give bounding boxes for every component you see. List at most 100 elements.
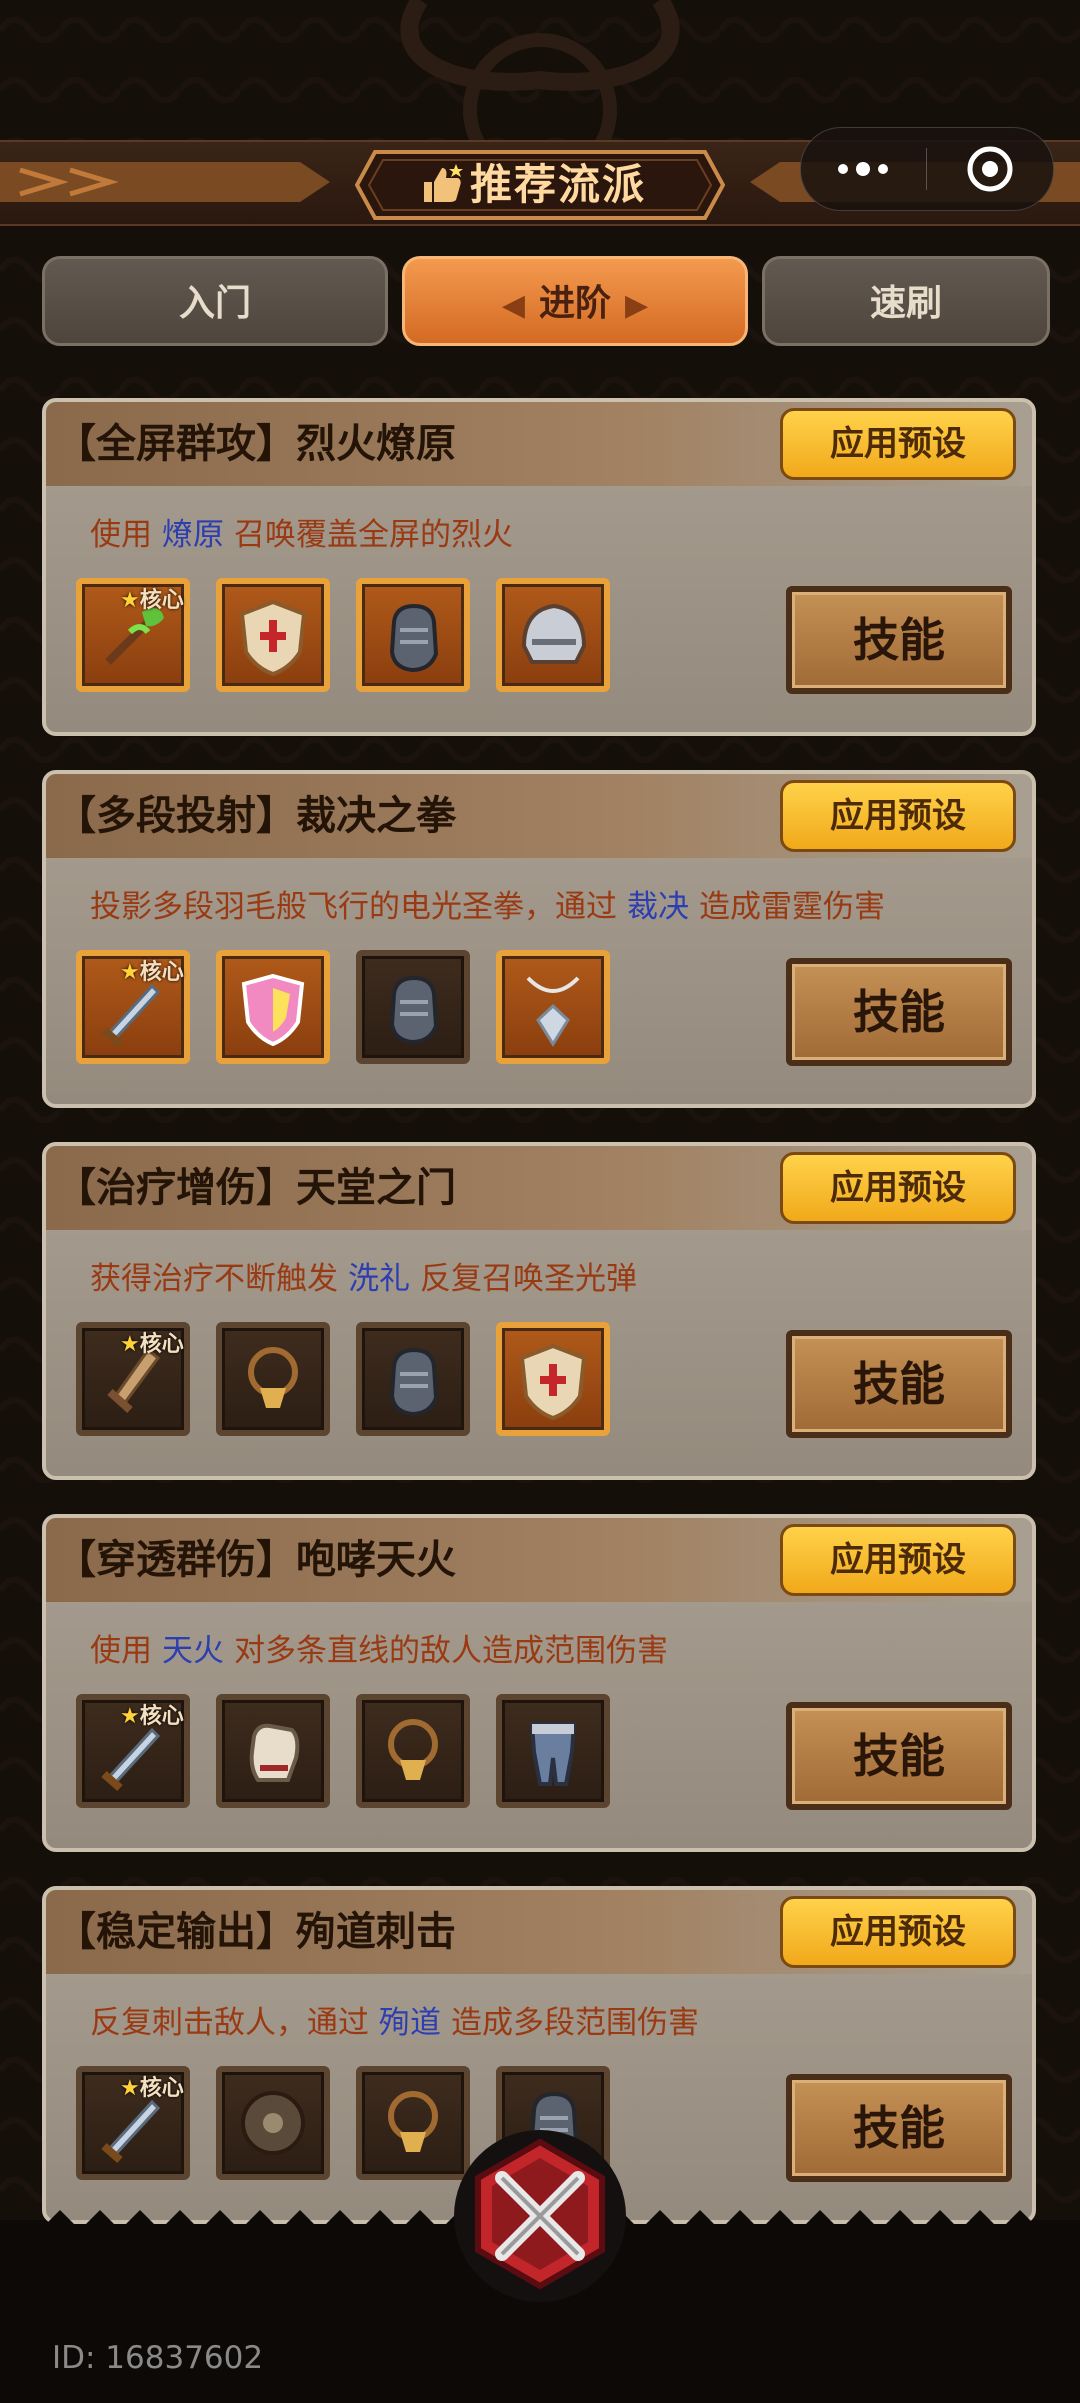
equipment-slot[interactable]: ★核心 — [76, 578, 190, 692]
skill-button[interactable]: 技能 — [786, 1702, 1012, 1810]
desc-suffix: 对多条直线的敌人造成范围伤害 — [234, 1633, 668, 1669]
equipment-slot[interactable] — [496, 578, 610, 692]
arrow-right-icon: ▶ — [625, 288, 649, 323]
equipment-slot[interactable] — [356, 950, 470, 1064]
gauntlet-icon — [389, 603, 439, 673]
leg-armor-icon — [529, 1722, 577, 1786]
build-card: 【穿透群伤】咆哮天火 应用预设使用 天火 对多条直线的敌人造成范围伤害 ★核心 技能 — [42, 1514, 1036, 1852]
core-label: 核心 — [139, 2076, 184, 2101]
card-description: 获得治疗不断触发 洗礼 反复召唤圣光弹 — [90, 1256, 637, 1302]
equipment-slot[interactable] — [216, 578, 330, 692]
miniprogram-capsule — [800, 127, 1054, 211]
core-badge: ★核心 — [120, 2070, 184, 2102]
equipment-slot[interactable]: ★核心 — [76, 1694, 190, 1808]
skill-button[interactable]: 技能 — [786, 1330, 1012, 1438]
equipment-slot[interactable] — [216, 950, 330, 1064]
round-shield-icon — [241, 2091, 305, 2155]
equipment-slot[interactable] — [496, 1322, 610, 1436]
tab-speedrun[interactable]: 速刷 — [762, 256, 1050, 346]
card-title: 【治疗增伤】天堂之门 — [56, 1165, 456, 1211]
core-label: 核心 — [139, 588, 184, 613]
star-icon: ★ — [120, 1704, 140, 1729]
desc-keyword: 燎原 — [162, 517, 224, 553]
card-title: 【全屏群攻】烈火燎原 — [56, 421, 456, 467]
core-label: 核心 — [139, 960, 184, 985]
more-button[interactable] — [801, 128, 926, 210]
page-title: 推荐流派 — [470, 160, 647, 209]
amulet-icon — [388, 1719, 438, 1780]
tab-label: 速刷 — [869, 283, 942, 324]
helmet-icon — [521, 603, 587, 664]
equipment-slot[interactable] — [496, 1694, 610, 1808]
core-badge: ★核心 — [120, 954, 184, 986]
build-card: 【多段投射】裁决之拳 应用预设投影多段羽毛般飞行的电光圣拳，通过 裁决 造成雷霆伤害 ★… — [42, 770, 1036, 1108]
desc-prefix: 获得治疗不断触发 — [90, 1261, 338, 1297]
left-ribbon-decoration — [0, 162, 330, 202]
equipment-slot[interactable] — [216, 2066, 330, 2180]
user-id-text: ID: 16837602 — [52, 2340, 264, 2376]
desc-keyword: 洗礼 — [348, 1261, 410, 1297]
equipment-slot[interactable] — [496, 950, 610, 1064]
equipment-slot[interactable]: ★核心 — [76, 950, 190, 1064]
desc-keyword: 裁决 — [627, 889, 689, 925]
pendant-icon — [526, 976, 580, 1047]
desc-suffix: 反复召唤圣光弹 — [420, 1261, 637, 1297]
tab-label: 进阶 — [538, 283, 611, 324]
card-description: 反复刺击敌人，通过 殉道 造成多段范围伤害 — [90, 2000, 699, 2046]
pink-shield-icon — [241, 973, 305, 1047]
desc-keyword: 殉道 — [379, 2005, 441, 2041]
core-label: 核心 — [139, 1704, 184, 1729]
desc-prefix: 使用 — [90, 1633, 152, 1669]
equipment-slot[interactable] — [356, 1322, 470, 1436]
apply-preset-button[interactable]: 应用预设 — [780, 408, 1016, 480]
star-icon: ★ — [120, 2076, 140, 2101]
crossed-swords-emblem-icon[interactable] — [452, 2128, 628, 2304]
card-description: 投影多段羽毛般飞行的电光圣拳，通过 裁决 造成雷霆伤害 — [90, 884, 885, 930]
apply-preset-button[interactable]: 应用预设 — [780, 1152, 1016, 1224]
cross-shield-icon — [519, 1343, 587, 1421]
amulet-icon — [388, 2091, 438, 2152]
apply-preset-button[interactable]: 应用预设 — [780, 1524, 1016, 1596]
desc-suffix: 造成雷霆伤害 — [699, 889, 885, 925]
tab-advanced[interactable]: ◀ 进阶 ▶ — [402, 256, 748, 346]
gauntlet-icon — [389, 975, 439, 1045]
desc-suffix: 造成多段范围伤害 — [451, 2005, 699, 2041]
star-icon: ★ — [120, 588, 140, 613]
equipment-slot[interactable] — [216, 1694, 330, 1808]
card-title: 【稳定输出】殉道刺击 — [56, 1909, 456, 1955]
star-icon: ★ — [120, 1332, 140, 1357]
card-description: 使用 天火 对多条直线的敌人造成范围伤害 — [90, 1628, 668, 1674]
desc-prefix: 反复刺击敌人，通过 — [90, 2005, 369, 2041]
core-badge: ★核心 — [120, 1698, 184, 1730]
equipment-slot[interactable] — [356, 578, 470, 692]
glove-icon — [249, 1723, 300, 1782]
desc-prefix: 使用 — [90, 517, 152, 553]
core-badge: ★核心 — [120, 1326, 184, 1358]
target-close-icon — [967, 146, 1013, 192]
equipment-slot[interactable]: ★核心 — [76, 2066, 190, 2180]
thumbs-up-icon — [424, 164, 463, 202]
build-card: 【全屏群攻】烈火燎原 应用预设使用 燎原 召唤覆盖全屏的烈火 ★核心 技能 — [42, 398, 1036, 736]
card-title: 【多段投射】裁决之拳 — [56, 793, 456, 839]
core-label: 核心 — [139, 1332, 184, 1357]
skill-button[interactable]: 技能 — [786, 958, 1012, 1066]
card-title: 【穿透群伤】咆哮天火 — [56, 1537, 456, 1583]
apply-preset-button[interactable]: 应用预设 — [780, 1896, 1016, 1968]
desc-suffix: 召唤覆盖全屏的烈火 — [234, 517, 513, 553]
more-dots-icon — [838, 162, 888, 176]
close-button[interactable] — [927, 128, 1053, 210]
star-icon: ★ — [120, 960, 140, 985]
build-card: 【治疗增伤】天堂之门 应用预设获得治疗不断触发 洗礼 反复召唤圣光弹 ★核心 技能 — [42, 1142, 1036, 1480]
equipment-slot[interactable] — [216, 1322, 330, 1436]
equipment-slot[interactable]: ★核心 — [76, 1322, 190, 1436]
skill-button[interactable]: 技能 — [786, 586, 1012, 694]
tab-beginner[interactable]: 入门 — [42, 256, 388, 346]
card-description: 使用 燎原 召唤覆盖全屏的烈火 — [90, 512, 513, 558]
equipment-slot[interactable] — [356, 1694, 470, 1808]
desc-keyword: 天火 — [162, 1633, 224, 1669]
cross-shield-icon — [239, 599, 307, 677]
apply-preset-button[interactable]: 应用预设 — [780, 780, 1016, 852]
amulet-icon — [248, 1347, 298, 1408]
tab-label: 入门 — [178, 283, 251, 324]
skill-button[interactable]: 技能 — [786, 2074, 1012, 2182]
